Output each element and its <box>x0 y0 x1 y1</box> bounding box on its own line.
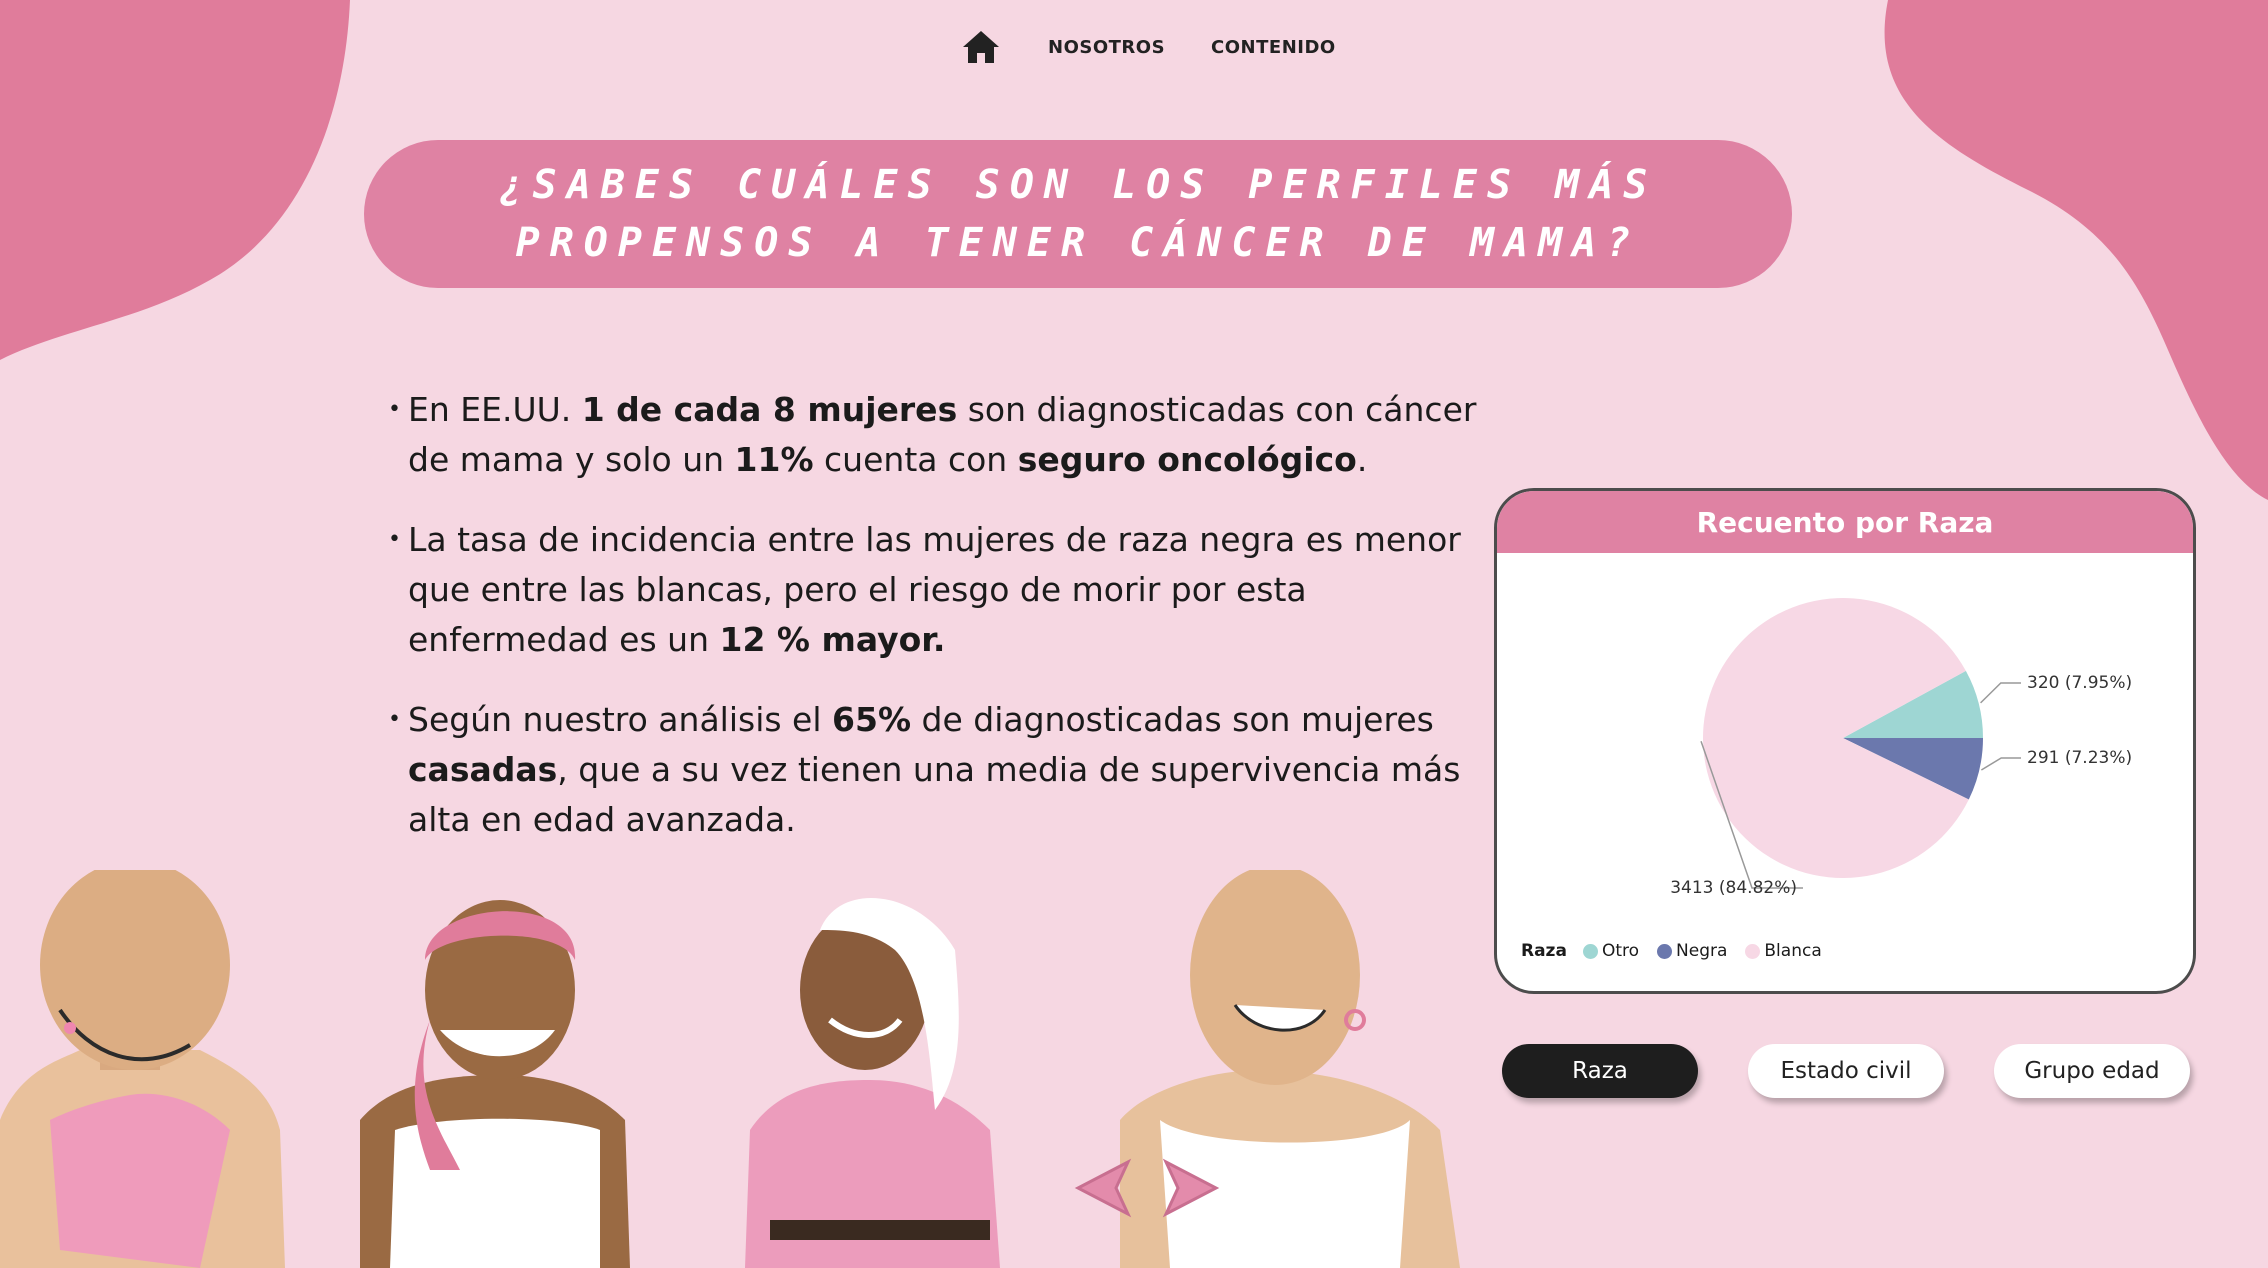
nav-link-contenido[interactable]: CONTENIDO <box>1211 37 1336 58</box>
woman-2-figure <box>360 900 630 1268</box>
data-label: 3413 (84.82%) <box>1670 878 1797 898</box>
top-right-blob <box>1884 0 2268 500</box>
women-illustration <box>0 870 1460 1268</box>
data-label: 320 (7.95%) <box>2027 673 2132 693</box>
legend-dot <box>1582 943 1598 959</box>
fact-text: . <box>1356 440 1368 479</box>
legend-dot <box>1745 943 1761 959</box>
fact-highlight: 65% <box>832 700 912 739</box>
fact-text: cuenta con <box>813 440 1018 479</box>
fact-highlight: casadas <box>408 750 558 789</box>
woman-1-figure <box>0 870 285 1268</box>
nav-link-nosotros[interactable]: NOSOTROS <box>1048 37 1165 58</box>
filter-button-grupo-edad[interactable]: Grupo edad <box>1994 1044 2190 1098</box>
leader-line <box>1980 757 2021 771</box>
slide-arrows <box>1070 1158 1224 1218</box>
chart-legend: Raza Otro Negra Blanca <box>1521 941 1832 961</box>
arrow-left-icon[interactable] <box>1070 1158 1140 1218</box>
chart-title: Recuento por Raza <box>1497 491 2193 553</box>
fact-text: Según nuestro análisis el <box>408 700 833 739</box>
data-label: 291 (7.23%) <box>2027 748 2132 768</box>
fact-item-2: La tasa de incidencia entre las mujeres … <box>388 515 1508 665</box>
legend-item-blanca: Blanca <box>1745 941 1822 961</box>
arrow-right-icon[interactable] <box>1154 1158 1224 1218</box>
fact-highlight: 1 de cada 8 mujeres <box>581 390 958 429</box>
top-left-blob <box>0 0 350 360</box>
fact-text: En EE.UU. <box>408 390 582 429</box>
filter-button-estado-civil[interactable]: Estado civil <box>1748 1044 1944 1098</box>
chart-card: Recuento por Raza 320 (7.95%) 291 (7.23%)… <box>1494 488 2196 994</box>
fact-text: , que a su vez tienen una media de super… <box>408 750 1461 839</box>
legend-title: Raza <box>1521 941 1567 961</box>
fact-highlight: 12 % mayor. <box>719 620 946 659</box>
legend-item-negra: Negra <box>1657 941 1727 961</box>
leader-line <box>1980 682 2021 704</box>
legend-label: Negra <box>1676 941 1728 961</box>
woman-3-figure <box>745 897 1000 1268</box>
facts-list: En EE.UU. 1 de cada 8 mujeres son diagno… <box>388 385 1508 875</box>
legend-dot <box>1657 943 1673 959</box>
fact-text: de diagnosticadas son mujeres <box>911 700 1434 739</box>
fact-item-1: En EE.UU. 1 de cada 8 mujeres son diagno… <box>388 385 1508 485</box>
home-icon[interactable] <box>960 28 1002 66</box>
top-nav: NOSOTROS CONTENIDO <box>960 28 1336 66</box>
fact-item-3: Según nuestro análisis el 65% de diagnos… <box>388 695 1508 845</box>
page-title: ¿SABES CUÁLES SON LOS PERFILES MÁS PROPE… <box>498 162 1658 266</box>
legend-item-otro: Otro <box>1582 941 1640 961</box>
fact-highlight: 11% <box>734 440 814 479</box>
legend-label: Otro <box>1601 941 1640 961</box>
legend-label: Blanca <box>1764 941 1822 961</box>
filter-button-raza[interactable]: Raza <box>1502 1044 1698 1098</box>
title-banner: ¿SABES CUÁLES SON LOS PERFILES MÁS PROPE… <box>364 140 1792 288</box>
pie-chart: 320 (7.95%) 291 (7.23%) 3413 (84.82%) <box>1670 598 2132 898</box>
fact-highlight: seguro oncológico <box>1017 440 1357 479</box>
